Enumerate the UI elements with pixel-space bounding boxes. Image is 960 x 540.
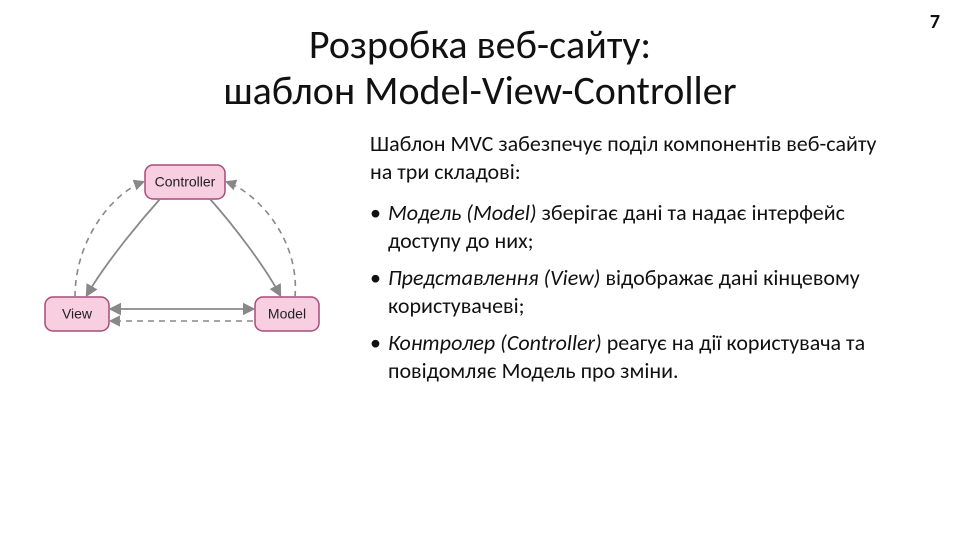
intro-text: Шаблон MVC забезпечує поділ компонентів …	[370, 130, 900, 185]
bullet-term: Модель (Model)	[388, 199, 537, 226]
slide: 7 Розробка веб-сайту: шаблон Model-View-…	[0, 0, 960, 540]
bullet-body: Модель (Model) зберігає дані та надає ін…	[388, 199, 900, 254]
bullet-marker: •	[370, 199, 388, 254]
mvc-diagram-area: Controller View Model	[0, 130, 370, 394]
bullet-term: Представлення (View)	[388, 264, 600, 291]
node-model: Model	[255, 297, 319, 331]
bullet-body: Контролер (Controller) реагує на дії кор…	[388, 329, 900, 384]
title-line-1: Розробка веб-сайту:	[309, 20, 651, 69]
bullet-item: • Контролер (Controller) реагує на дії к…	[370, 329, 900, 384]
content-row: Controller View Model	[0, 130, 960, 394]
bullet-marker: •	[370, 264, 388, 319]
edge-controller-to-view	[87, 199, 160, 295]
node-view: View	[45, 297, 109, 331]
bullet-item: • Модель (Model) зберігає дані та надає …	[370, 199, 900, 254]
edge-model-to-controller	[227, 182, 295, 297]
edge-controller-to-model	[210, 199, 280, 295]
edge-view-to-controller	[75, 182, 143, 297]
node-controller: Controller	[145, 165, 225, 199]
text-column: Шаблон MVC забезпечує поділ компонентів …	[370, 130, 930, 394]
node-view-label: View	[62, 306, 93, 322]
slide-title: Розробка веб-сайту: шаблон Model-View-Co…	[0, 22, 960, 114]
bullet-term: Контролер (Controller)	[388, 329, 602, 356]
node-controller-label: Controller	[155, 174, 216, 190]
title-line-2: шаблон Model-View-Controller	[223, 66, 736, 115]
bullet-body: Представлення (View) відображає дані кін…	[388, 264, 900, 319]
bullet-marker: •	[370, 329, 388, 384]
bullet-item: • Представлення (View) відображає дані к…	[370, 264, 900, 319]
mvc-diagram: Controller View Model	[25, 147, 345, 377]
node-model-label: Model	[268, 306, 306, 322]
